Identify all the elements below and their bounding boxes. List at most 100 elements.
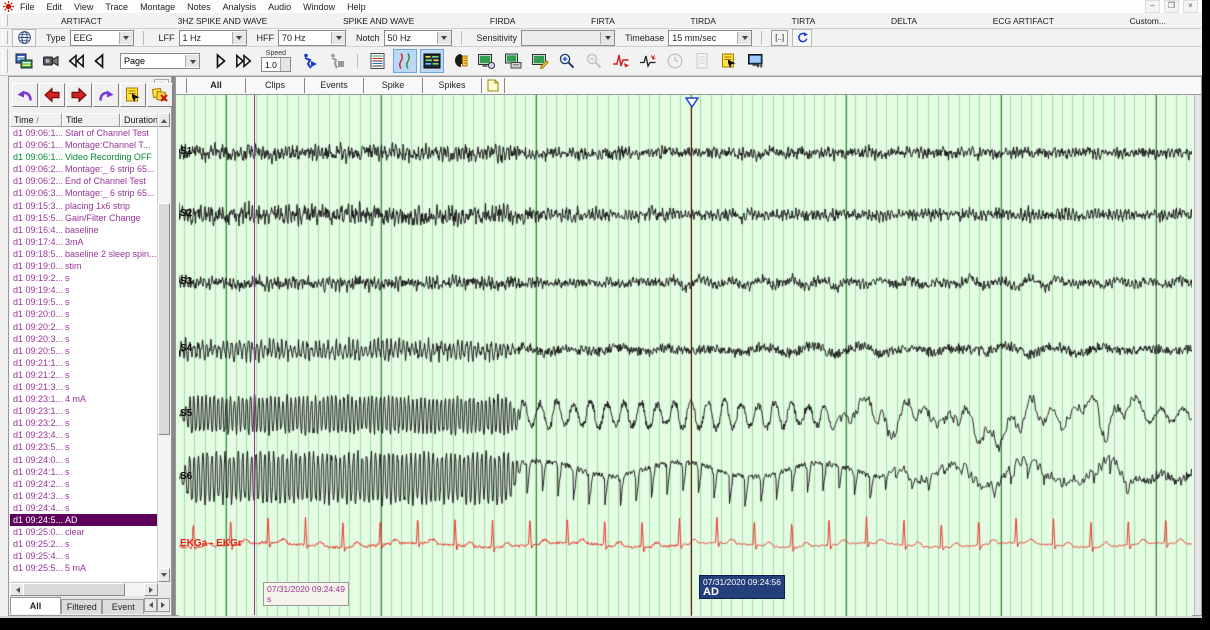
montage-table-icon[interactable] (366, 49, 390, 73)
event-row[interactable]: d1 09:23:5...s (10, 441, 158, 453)
trace-tab-all[interactable]: All (186, 78, 246, 93)
chevron-down-icon[interactable] (331, 32, 345, 44)
quick-button-spike-and-wave[interactable]: SPIKE AND WAVE (337, 14, 420, 28)
trace-tab-spikes[interactable]: Spikes (423, 78, 482, 93)
column-header-duration[interactable]: Duration (120, 113, 158, 127)
event-row[interactable]: d1 09:18:5...baseline 2 sleep spin... (10, 248, 158, 260)
chevron-down-icon[interactable] (737, 32, 751, 44)
traces-single-icon[interactable] (393, 49, 417, 73)
sidebar-tab-all[interactable]: All (10, 597, 61, 614)
refresh-icon[interactable] (792, 29, 812, 47)
event-row[interactable]: d1 09:06:1...Montage:Channel T... (10, 139, 158, 151)
chevron-down-icon[interactable] (437, 32, 451, 44)
toolbar-gripper[interactable] (2, 31, 8, 44)
cursor-marker-icon[interactable] (685, 95, 699, 113)
event-row[interactable]: d1 09:20:3...s (10, 333, 158, 345)
screen-print-icon[interactable] (501, 49, 525, 73)
type-select[interactable]: EEG (70, 30, 134, 46)
spike-wave-icon[interactable] (609, 49, 633, 73)
event-row[interactable]: d1 09:20:2...s (10, 321, 158, 333)
nav-prev-event-arrow-icon[interactable] (39, 83, 65, 107)
event-row[interactable]: d1 09:24:4...s (10, 502, 158, 514)
patient-head-icon[interactable] (447, 49, 471, 73)
event-row[interactable]: d1 09:06:1...Start of Channel Test (10, 127, 158, 139)
menu-help[interactable]: Help (341, 2, 372, 12)
event-row[interactable]: d1 09:19:0...stim (10, 260, 158, 272)
menu-file[interactable]: File (14, 2, 41, 12)
page-select[interactable]: Page (120, 53, 200, 69)
column-header-time[interactable]: Time / (10, 113, 62, 127)
trace-tab-clips[interactable]: Clips (246, 78, 305, 93)
quick-button-artifact[interactable]: ARTIFACT (55, 14, 108, 28)
trace-vscrollbar[interactable] (1194, 95, 1201, 615)
page-back-fast-button[interactable] (66, 50, 86, 72)
notch-select[interactable]: 50 Hz (384, 30, 452, 46)
close-button[interactable]: × (1183, 0, 1198, 13)
page-forward-button[interactable] (211, 50, 231, 72)
event-row[interactable]: d1 09:06:2...Montage:_ 6 strip 65... (10, 163, 158, 175)
traces-grid-icon[interactable] (420, 49, 444, 73)
goto-note-icon[interactable] (717, 49, 741, 73)
event-row[interactable]: d1 09:06:3...Montage:_ 6 strip 65... (10, 187, 158, 199)
scroll-down-icon[interactable] (158, 568, 170, 582)
event-row[interactable]: d1 09:24:0...s (10, 454, 158, 466)
quick-button-3hz-spike-and-wave[interactable]: 3HZ SPIKE AND WAVE (172, 14, 274, 28)
speed-stepper[interactable]: 1.0 (261, 57, 291, 72)
restore-button[interactable]: ❐ (1164, 0, 1179, 13)
zoom-in-icon[interactable] (555, 49, 579, 73)
trace-tab-spike[interactable]: Spike (364, 78, 423, 93)
event-row[interactable]: d1 09:20:5...s (10, 345, 158, 357)
event-list-hscrollbar[interactable] (10, 582, 158, 596)
quick-button-firda[interactable]: FIRDA (484, 14, 522, 28)
review-cursor-line[interactable] (691, 103, 692, 615)
menu-analysis[interactable]: Analysis (217, 2, 263, 12)
timebase-select[interactable]: 15 mm/sec (668, 30, 752, 46)
new-tab-note-icon[interactable] (482, 78, 505, 93)
event-row[interactable]: d1 09:15:3...placing 1x6 strip (10, 200, 158, 212)
event-row[interactable]: d1 09:25:5...5 mA (10, 562, 158, 574)
event-row[interactable]: d1 09:23:4...s (10, 429, 158, 441)
chevron-down-icon[interactable] (185, 55, 199, 67)
menu-montage[interactable]: Montage (134, 2, 181, 12)
toolbar-gripper[interactable] (2, 49, 8, 73)
event-row[interactable]: d1 09:24:5...AD (10, 514, 158, 526)
event-row[interactable]: d1 09:25:0...clear (10, 526, 158, 538)
ekg-wave-icon[interactable] (636, 49, 660, 73)
event-row[interactable]: d1 09:19:4...s (10, 284, 158, 296)
screen-capture-icon[interactable] (474, 49, 498, 73)
menu-trace[interactable]: Trace (99, 2, 134, 12)
monitor-more-icon[interactable] (744, 49, 768, 73)
screen-settings-icon[interactable] (528, 49, 552, 73)
event-row[interactable]: d1 09:24:3...s (10, 490, 158, 502)
montage-editor-icon[interactable] (12, 49, 36, 73)
scroll-up-icon[interactable] (158, 113, 170, 127)
menu-window[interactable]: Window (297, 2, 341, 12)
page-back-button[interactable] (89, 50, 109, 72)
sensitivity-select[interactable] (521, 30, 615, 46)
event-list-vscrollbar[interactable] (157, 113, 170, 582)
menu-notes[interactable]: Notes (181, 2, 217, 12)
column-header-title[interactable]: Title (62, 113, 120, 127)
event-row[interactable]: d1 09:21:1...s (10, 357, 158, 369)
chevron-down-icon[interactable] (600, 32, 614, 44)
run-review-icon[interactable] (298, 49, 322, 73)
video-camera-icon[interactable] (39, 49, 63, 73)
quick-button-ecg-artifact[interactable]: ECG ARTIFACT (987, 14, 1060, 28)
tab-scroll-left-icon[interactable] (144, 598, 157, 612)
quick-button-firta[interactable]: FIRTA (585, 14, 621, 28)
nav-next-event-arrow-icon[interactable] (66, 83, 92, 107)
event-row[interactable]: d1 09:21:2...s (10, 369, 158, 381)
cursor-timestamp-box[interactable]: 07/31/2020 09:24:56 AD (699, 575, 785, 599)
event-row[interactable]: d1 09:19:2...s (10, 272, 158, 284)
tab-scroll-right-icon[interactable] (157, 598, 170, 612)
trace-tab-events[interactable]: Events (305, 78, 364, 93)
event-row[interactable]: d1 09:17:4...3mA (10, 236, 158, 248)
event-row[interactable]: d1 09:06:1...Video Recording OFF (10, 151, 158, 163)
event-row[interactable]: d1 09:20:0...s (10, 308, 158, 320)
globe-icon[interactable] (12, 29, 36, 47)
lff-select[interactable]: 1 Hz (179, 30, 247, 46)
eeg-plot-canvas[interactable] (179, 95, 1192, 616)
event-row[interactable]: d1 09:06:2...End of Channel Test (10, 175, 158, 187)
stop-review-icon[interactable] (325, 49, 349, 73)
event-row[interactable]: d1 09:21:3...s (10, 381, 158, 393)
